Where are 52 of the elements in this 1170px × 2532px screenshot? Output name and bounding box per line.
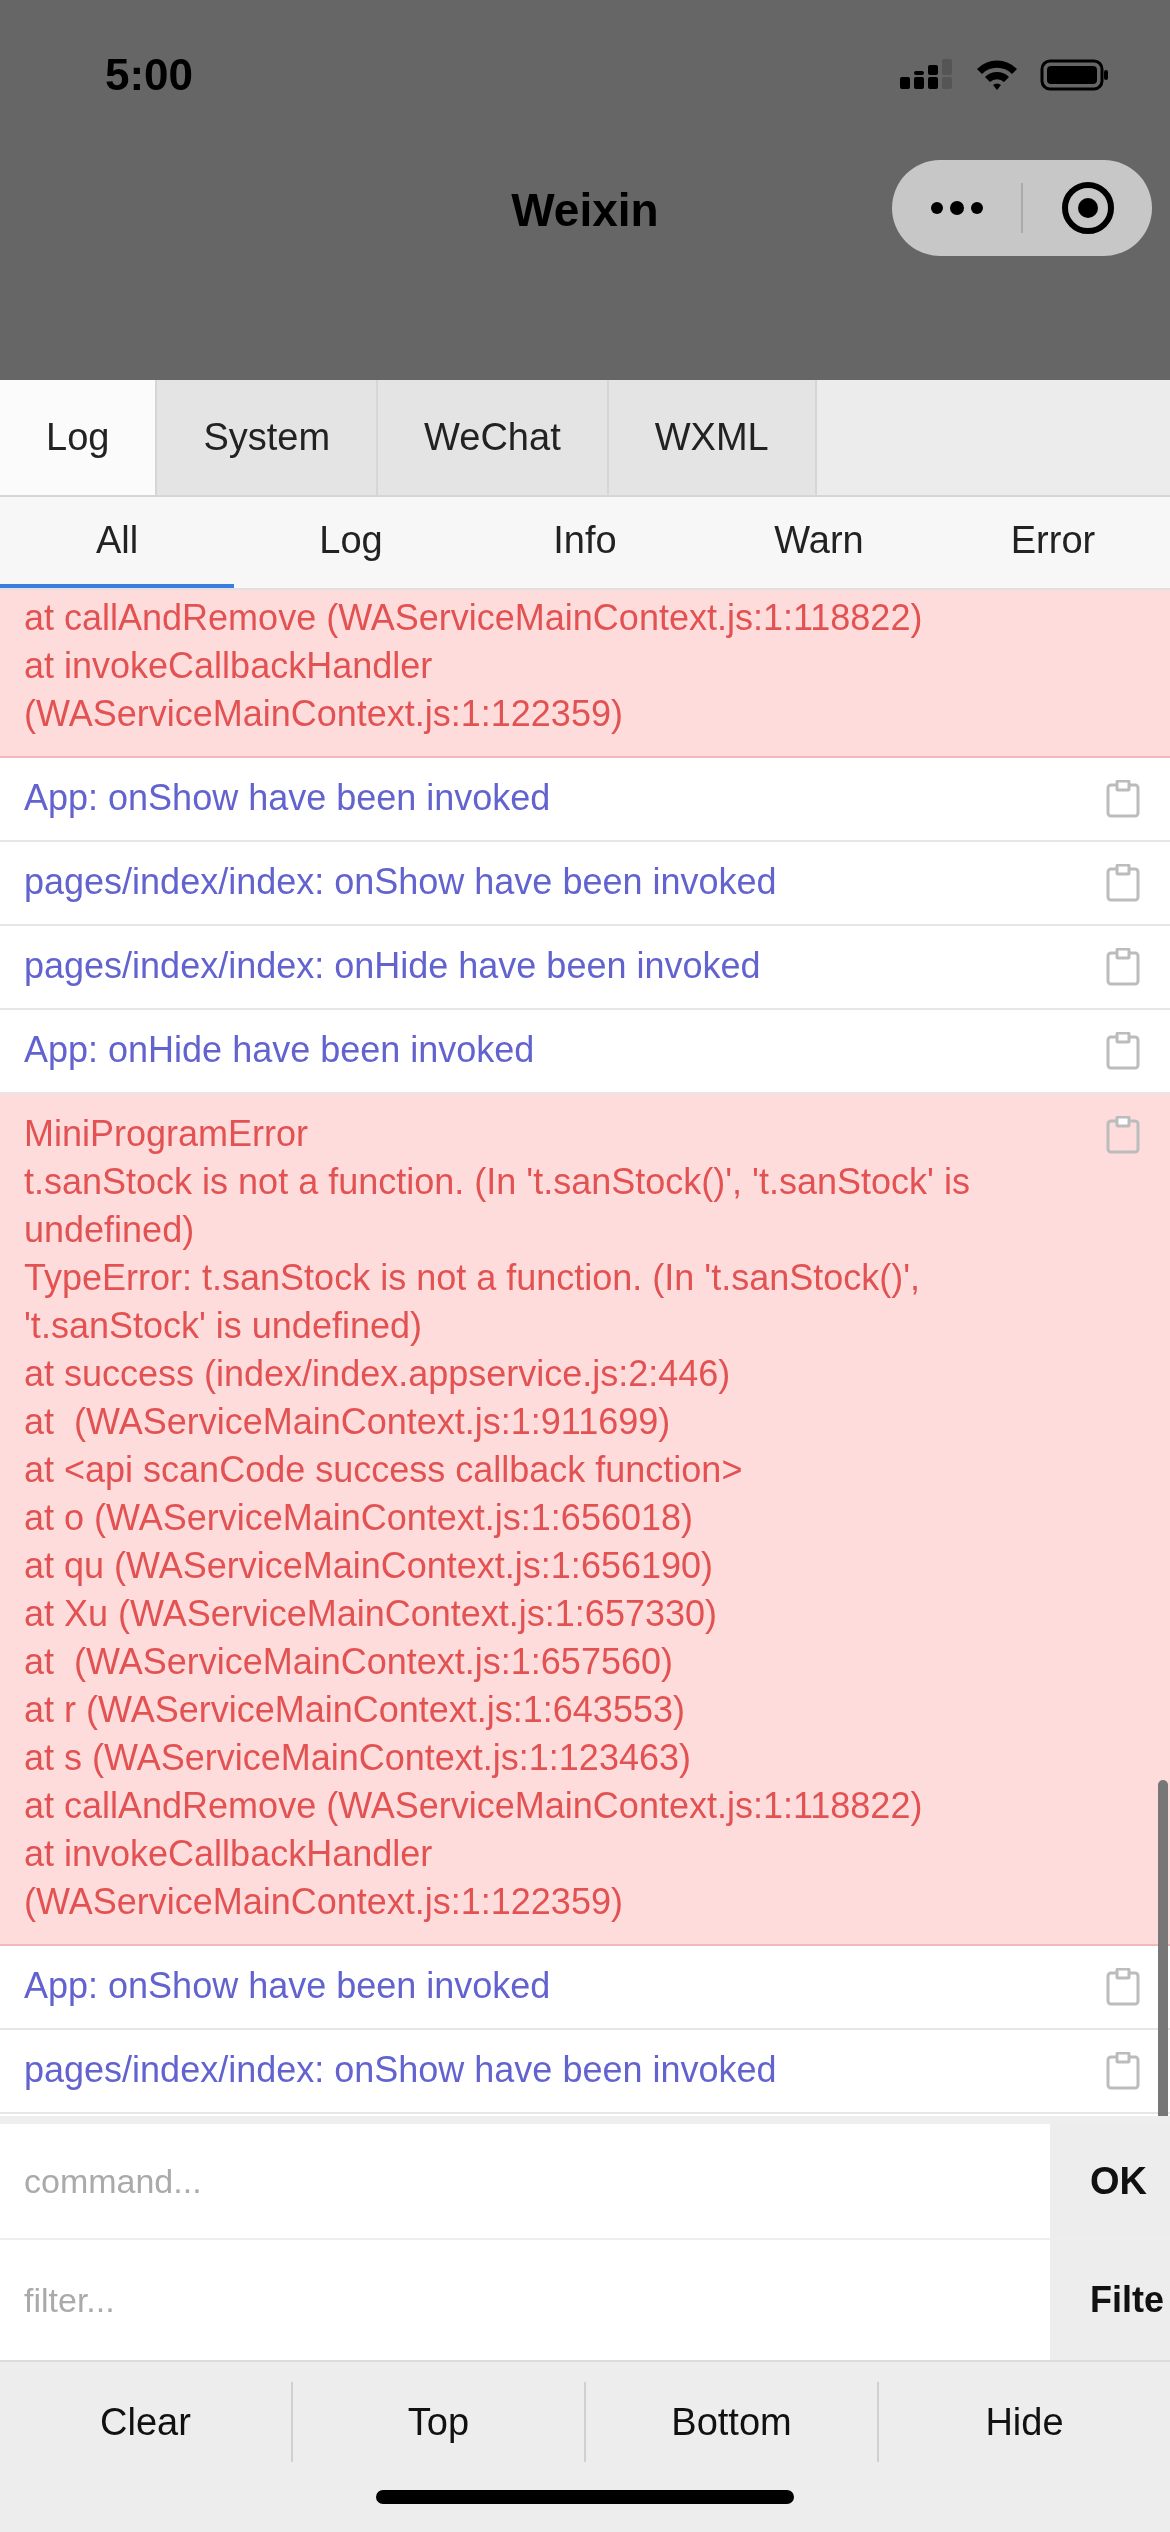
- level-tab[interactable]: Error: [936, 497, 1170, 588]
- close-target-icon[interactable]: [1060, 181, 1115, 235]
- ok-button[interactable]: OK: [1050, 2124, 1170, 2238]
- log-line: at (WAServiceMainContext.js:1:911699): [24, 1400, 672, 1444]
- log-line: at invokeCallbackHandler: [24, 644, 434, 688]
- level-tab[interactable]: Log: [234, 497, 468, 588]
- log-line: pages/index/index: onShow have been invoked: [24, 860, 778, 904]
- panel-tab[interactable]: WeChat: [378, 380, 609, 495]
- log-line: at r (WAServiceMainContext.js:1:643553): [24, 1688, 686, 1732]
- clipboard-icon[interactable]: [1106, 948, 1140, 986]
- log-line: at s (WAServiceMainContext.js:1:123463): [24, 1736, 692, 1780]
- log-line: at Xu (WAServiceMainContext.js:1:657330): [24, 1592, 718, 1636]
- more-icon[interactable]: [929, 201, 984, 215]
- log-line: App: onHide have been invoked: [24, 1028, 536, 1072]
- clipboard-icon[interactable]: [1106, 1116, 1140, 1154]
- panel-tab[interactable]: WXML: [608, 380, 817, 495]
- log-line: at qu (WAServiceMainContext.js:1:656190): [24, 1544, 714, 1588]
- log-line: at <api scanCode success callback function>: [24, 1448, 744, 1492]
- log-line: at (WAServiceMainContext.js:1:657560): [24, 1640, 674, 1684]
- log-line: (WAServiceMainContext.js:1:122359): [24, 692, 624, 736]
- level-tab[interactable]: Warn: [702, 497, 936, 588]
- panel-tab[interactable]: Log: [0, 380, 158, 495]
- clipboard-icon[interactable]: [1106, 780, 1140, 818]
- clipboard-icon[interactable]: [1106, 1968, 1140, 2006]
- clipboard-icon[interactable]: [1106, 2052, 1140, 2090]
- action-button[interactable]: Hide: [877, 2382, 1170, 2462]
- level-tab[interactable]: Info: [468, 497, 702, 588]
- panel-tab[interactable]: System: [157, 380, 379, 495]
- log-line: App: onShow have been invoked: [24, 1964, 552, 2008]
- log-line: at callAndRemove (WAServiceMainContext.js:1:118822): [24, 1784, 924, 1828]
- log-line: App: onShow have been invoked: [24, 776, 552, 820]
- clipboard-icon[interactable]: [1106, 864, 1140, 902]
- clipboard-icon[interactable]: [1106, 1032, 1140, 1070]
- log-line: (WAServiceMainContext.js:1:122359): [24, 1880, 624, 1924]
- nav-title: Weixin: [511, 182, 659, 238]
- log-line: 't.sanStock' is undefined): [24, 1304, 423, 1348]
- log-line: pages/index/index: onShow have been invoked: [24, 2048, 778, 2092]
- log-line: TypeError: t.sanStock is not a function. (In 't.sanStock()',: [24, 1256, 922, 1300]
- log-line: at invokeCallbackHandler: [24, 1832, 434, 1876]
- action-button[interactable]: Bottom: [584, 2382, 877, 2462]
- log-line: undefined): [24, 1208, 196, 1252]
- battery-icon: [1040, 58, 1110, 92]
- log-line: pages/index/index: onHide have been invoked: [24, 944, 762, 988]
- action-button[interactable]: Top: [291, 2382, 584, 2462]
- log-line: at callAndRemove (WAServiceMainContext.js:1:118822): [24, 596, 924, 640]
- log-line: at o (WAServiceMainContext.js:1:656018): [24, 1496, 694, 1540]
- action-button[interactable]: Clear: [0, 2382, 291, 2462]
- log-line: MiniProgramError: [24, 1112, 310, 1156]
- log-line: at success (index/index.appservice.js:2:446): [24, 1352, 732, 1396]
- apply-filter-button[interactable]: Filte: [1050, 2240, 1170, 2360]
- status-time: 5:00: [105, 49, 194, 101]
- log-line: t.sanStock is not a function. (In 't.sanStock()', 't.sanStock' is: [24, 1160, 971, 1204]
